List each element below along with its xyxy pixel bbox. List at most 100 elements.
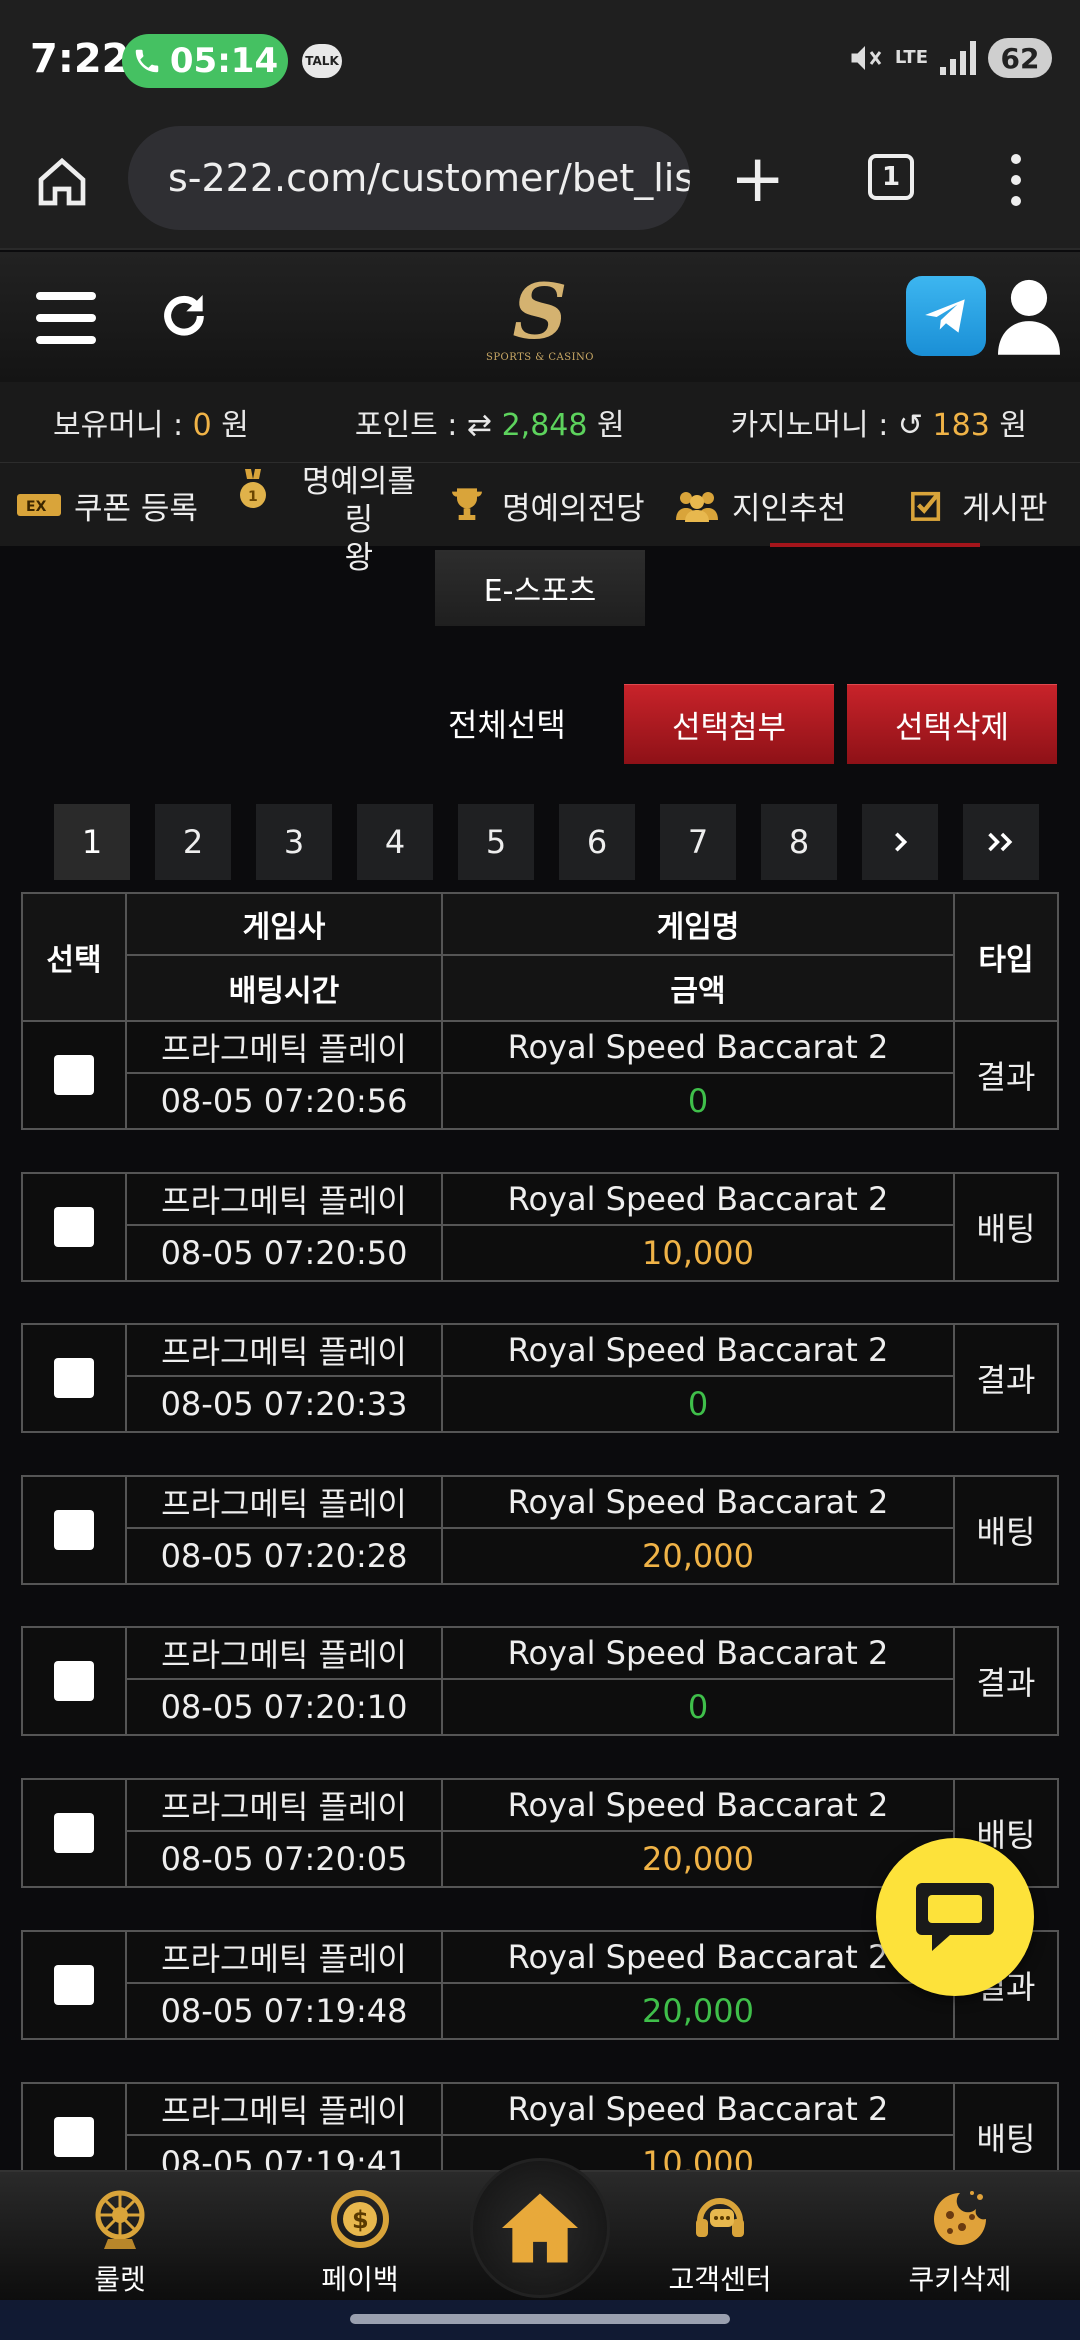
tab-switcher-button[interactable]: 1 [868, 154, 914, 200]
page-3[interactable]: 3 [256, 804, 332, 880]
nav-referral[interactable]: 지인추천 [674, 463, 846, 547]
table-row[interactable]: 프라그메틱 플레이 Royal Speed Baccarat 2 08-05 07:… [21, 1475, 1059, 1585]
select-all-button[interactable]: 전체선택 [448, 700, 566, 746]
nav-hall-of-fame[interactable]: 명예의전당 [444, 463, 645, 547]
row-type: 배팅 [976, 1513, 1036, 1551]
roulette-icon [85, 2184, 155, 2254]
row-game-name: Royal Speed Baccarat 2 [443, 1325, 955, 1377]
header-bet-time: 배팅시간 [127, 956, 443, 1020]
page-7[interactable]: 7 [660, 804, 736, 880]
next-page-icon[interactable] [862, 804, 938, 880]
new-tab-icon[interactable]: + [730, 146, 785, 212]
hamburger-menu-icon[interactable] [36, 292, 96, 344]
row-game-name: Royal Speed Baccarat 2 [443, 1628, 955, 1680]
row-checkbox[interactable] [54, 1510, 94, 1550]
nav-roulette[interactable]: 룰렛 [40, 2184, 200, 2302]
table-row[interactable]: 프라그메틱 플레이 Royal Speed Baccarat 2 08-05 07:… [21, 1626, 1059, 1736]
site-logo[interactable]: S SPORTS & CASINO [480, 272, 600, 372]
talk-icon: TALK [302, 44, 342, 78]
holding-money: 보유머니 : 0 원 [53, 408, 249, 443]
row-provider: 프라그메틱 플레이 [127, 1174, 443, 1226]
trophy-icon [444, 485, 490, 525]
lte-indicator: LTE [894, 47, 928, 68]
row-checkbox[interactable] [54, 1055, 94, 1095]
page-6[interactable]: 6 [559, 804, 635, 880]
row-game-name: Royal Speed Baccarat 2 [443, 1022, 955, 1074]
row-amount: 0 [443, 1377, 955, 1431]
row-provider: 프라그메틱 플레이 [127, 1628, 443, 1680]
table-row[interactable]: 프라그메틱 플레이 Royal Speed Baccarat 2 08-05 07:… [21, 1020, 1059, 1130]
bottom-nav: 룰렛 $ 페이백 고객센터 쿠키삭제 [0, 2158, 1080, 2302]
row-checkbox[interactable] [54, 1358, 94, 1398]
row-amount: 20,000 [443, 1984, 955, 2038]
nav-rolling-king[interactable]: 1 명예의롤링 왕 [230, 463, 430, 576]
row-bet-time: 08-05 07:20:33 [127, 1377, 443, 1431]
table-row[interactable]: 프라그메틱 플레이 Royal Speed Baccarat 2 08-05 07:… [21, 1172, 1059, 1282]
row-game-name: Royal Speed Baccarat 2 [443, 1932, 955, 1984]
more-menu-icon[interactable] [1010, 154, 1022, 206]
nav-home[interactable] [470, 2158, 610, 2298]
row-provider: 프라그메틱 플레이 [127, 1022, 443, 1074]
nav-clear-cookies[interactable]: 쿠키삭제 [880, 2184, 1040, 2302]
telegram-icon[interactable] [906, 276, 986, 356]
attach-selected-button[interactable]: 선택첨부 [624, 684, 834, 764]
payback-icon: $ [325, 2184, 395, 2254]
row-provider: 프라그메틱 플레이 [127, 1325, 443, 1377]
support-icon [685, 2184, 755, 2254]
pagination: 1 2 3 4 5 6 7 8 [54, 804, 1039, 880]
row-bet-time: 08-05 07:20:05 [127, 1832, 443, 1886]
table-row[interactable]: 프라그메틱 플레이 Royal Speed Baccarat 2 08-05 07:… [21, 1323, 1059, 1433]
people-icon [674, 485, 720, 525]
header-game: 게임명 [443, 894, 955, 956]
home-icon [502, 2193, 578, 2263]
gesture-handle[interactable] [350, 2314, 730, 2324]
row-game-name: Royal Speed Baccarat 2 [443, 2084, 955, 2136]
header-type: 타입 [978, 943, 1034, 978]
page-8[interactable]: 8 [761, 804, 837, 880]
reload-icon: ↺ [897, 408, 923, 443]
row-type: 결과 [976, 1058, 1036, 1096]
cookie-icon [925, 2184, 995, 2254]
chat-button[interactable] [876, 1838, 1034, 1996]
row-type: 결과 [976, 1361, 1036, 1399]
nav-board[interactable]: 게시판 [904, 463, 1048, 547]
row-bet-time: 08-05 07:20:28 [127, 1529, 443, 1583]
row-checkbox[interactable] [54, 2117, 94, 2157]
refresh-icon[interactable] [156, 288, 212, 344]
row-checkbox[interactable] [54, 1813, 94, 1853]
row-select-cell [23, 1780, 127, 1886]
nav-coupon[interactable]: EX 쿠폰 등록 [16, 463, 198, 547]
page-1[interactable]: 1 [54, 804, 130, 880]
row-provider: 프라그메틱 플레이 [127, 2084, 443, 2136]
row-checkbox[interactable] [54, 1661, 94, 1701]
row-checkbox[interactable] [54, 1207, 94, 1247]
row-bet-time: 08-05 07:20:10 [127, 1680, 443, 1734]
user-icon[interactable] [998, 276, 1060, 356]
address-bar[interactable]: s-222.com/customer/bet_lis [128, 126, 690, 230]
exchange-icon: ⇄ [466, 408, 493, 443]
nav-support[interactable]: 고객센터 [640, 2184, 800, 2302]
gesture-bar [0, 2300, 1080, 2340]
row-select-cell [23, 1325, 127, 1431]
casino-money[interactable]: 카지노머니 : ↺ 183 원 [731, 400, 1027, 444]
page-4[interactable]: 4 [357, 804, 433, 880]
header-select: 선택 [23, 894, 127, 1020]
home-icon[interactable] [34, 154, 90, 210]
row-amount: 20,000 [443, 1832, 955, 1886]
mute-icon [851, 46, 882, 70]
page-2[interactable]: 2 [155, 804, 231, 880]
last-page-icon[interactable] [963, 804, 1039, 880]
page-5[interactable]: 5 [458, 804, 534, 880]
row-type: 결과 [976, 1664, 1036, 1702]
browser-toolbar: s-222.com/customer/bet_lis + 1 [0, 120, 1080, 250]
status-icons: LTE 62 [847, 38, 1052, 78]
row-select-cell [23, 1932, 127, 2038]
row-amount: 10,000 [443, 1226, 955, 1280]
delete-selected-button[interactable]: 선택삭제 [847, 684, 1057, 764]
call-indicator[interactable]: 05:14 [122, 34, 288, 88]
tab-esports[interactable]: E-스포츠 [435, 550, 645, 626]
row-checkbox[interactable] [54, 1965, 94, 2005]
nav-payback[interactable]: $ 페이백 [280, 2184, 440, 2302]
battery-indicator: 62 [988, 38, 1052, 78]
points[interactable]: 포인트 : ⇄ 2,848 원 [355, 400, 625, 444]
